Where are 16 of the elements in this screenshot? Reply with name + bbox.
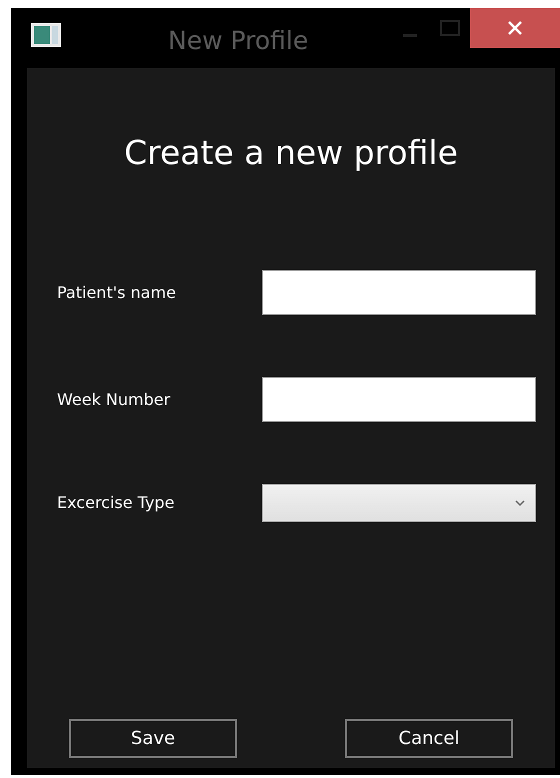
app-icon: [31, 23, 61, 47]
maximize-icon: [440, 20, 460, 36]
dropdown-field[interactable]: [262, 484, 536, 522]
field-label: Excercise Type: [57, 492, 176, 514]
dialog-button[interactable]: Save: [69, 719, 237, 758]
field-label: Week Number: [57, 388, 172, 410]
minimize-icon: [403, 34, 417, 38]
chevron-down-icon: [515, 500, 525, 506]
field-label: Patient's name: [57, 282, 177, 304]
window-title: New Profile: [168, 25, 308, 57]
close-icon: [508, 21, 522, 35]
text-field[interactable]: [262, 377, 536, 422]
text-field[interactable]: [262, 270, 536, 315]
form-heading: Create a new profile: [123, 132, 459, 174]
dialog-button[interactable]: Cancel: [345, 719, 513, 758]
close-button[interactable]: [470, 8, 560, 48]
